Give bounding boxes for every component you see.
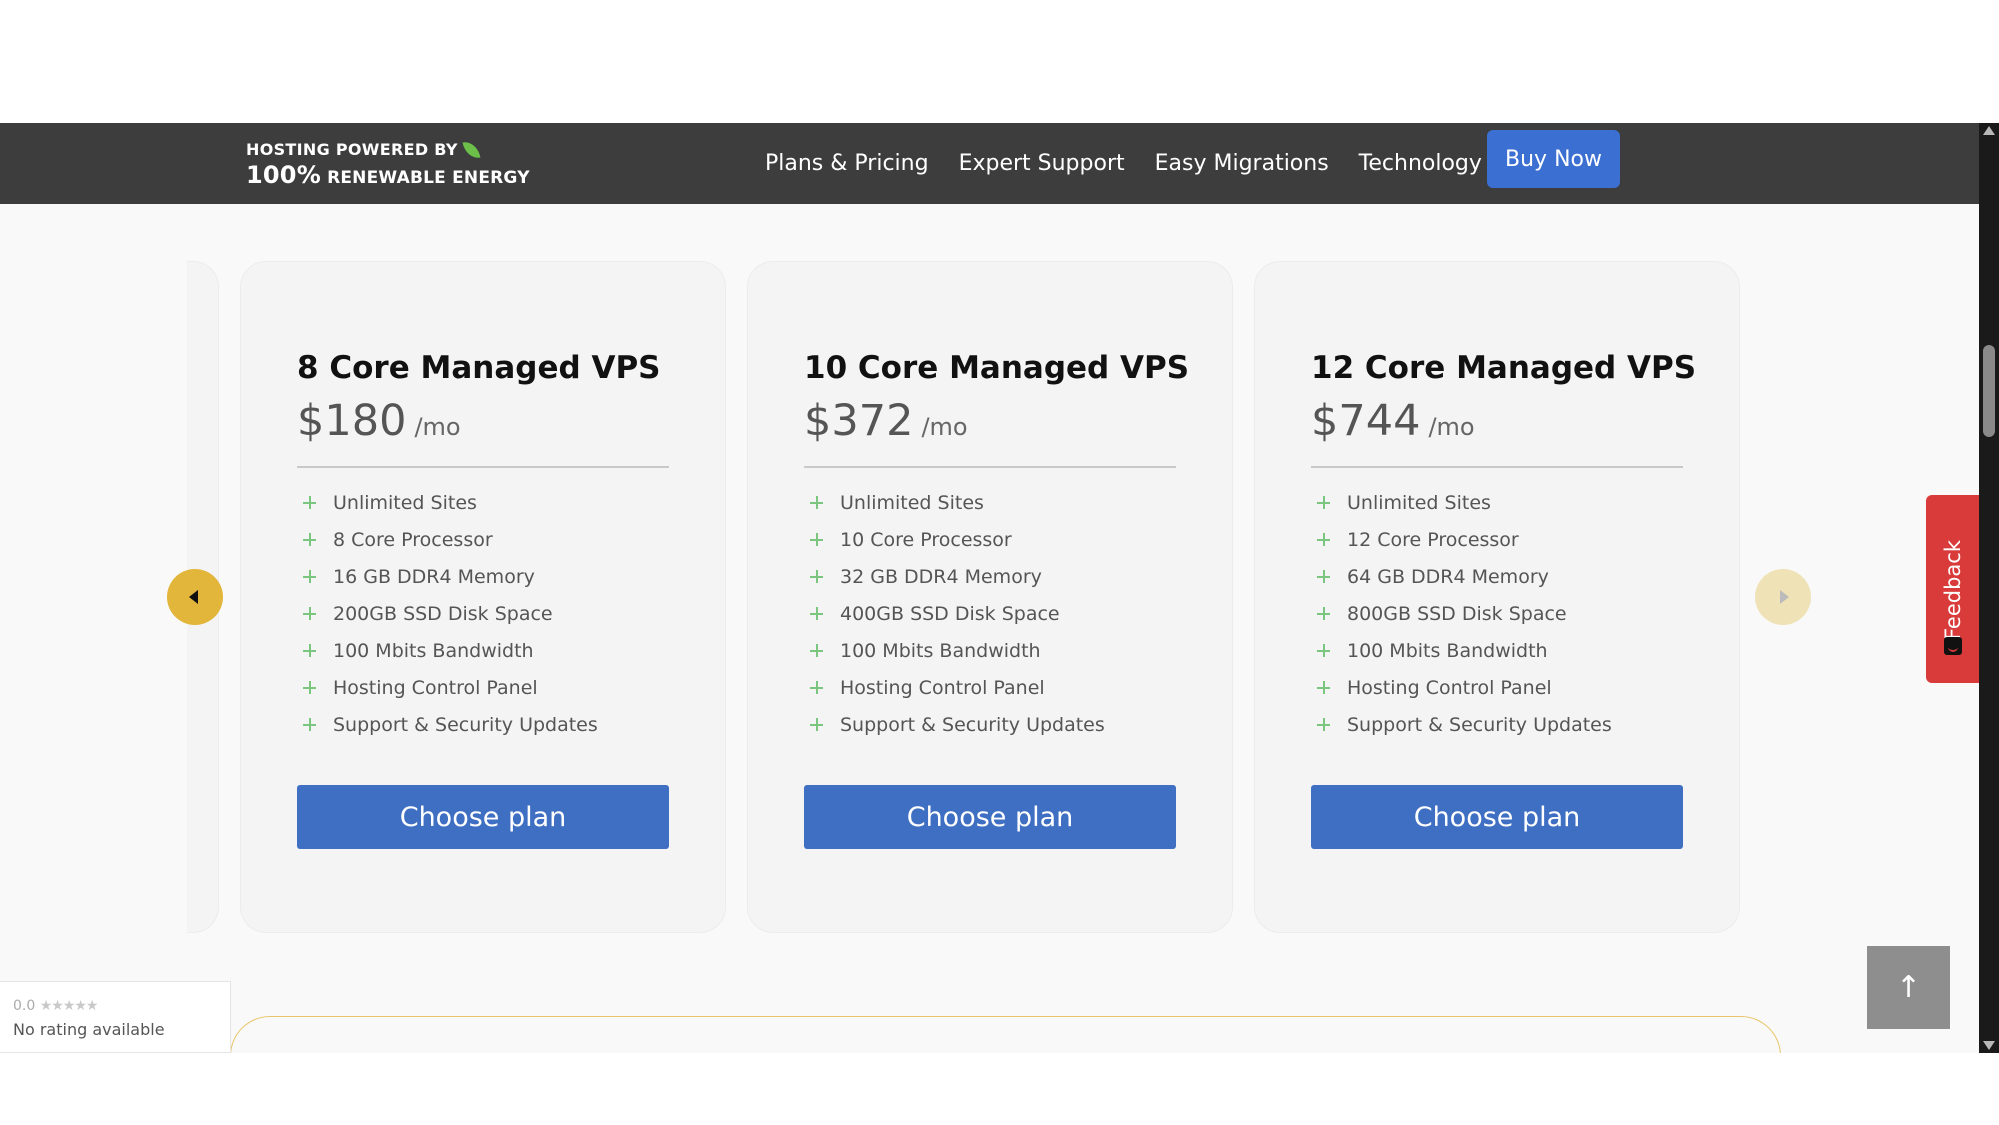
- feature-item: Hosting Control Panel: [297, 669, 598, 706]
- logo-percent: 100%: [246, 161, 321, 189]
- carousel-next-button[interactable]: [1755, 569, 1811, 625]
- feature-item: 16 GB DDR4 Memory: [297, 558, 598, 595]
- feature-item: Unlimited Sites: [297, 484, 598, 521]
- arrow-up-icon: ↑: [1895, 970, 1922, 1005]
- feature-item: Unlimited Sites: [804, 484, 1105, 521]
- price-period: /mo: [1428, 413, 1475, 441]
- leaf-icon: [462, 139, 481, 161]
- plan-title: 12 Core Managed VPS: [1311, 350, 1697, 386]
- plus-icon: [810, 681, 823, 694]
- plus-icon: [1317, 718, 1330, 731]
- feature-item: 100 Mbits Bandwidth: [1311, 632, 1612, 669]
- plus-icon: [303, 570, 316, 583]
- rating-widget[interactable]: 0.0 ★★★★★ No rating available: [0, 981, 231, 1053]
- feature-item: 12 Core Processor: [1311, 521, 1612, 558]
- feature-item: 800GB SSD Disk Space: [1311, 595, 1612, 632]
- feature-item: Unlimited Sites: [1311, 484, 1612, 521]
- price-amount: $744: [1311, 396, 1421, 446]
- price-amount: $180: [297, 396, 407, 446]
- feature-list: Unlimited Sites 8 Core Processor 16 GB D…: [297, 484, 598, 743]
- feedback-smile-icon: [1944, 637, 1962, 655]
- plus-icon: [1317, 681, 1330, 694]
- top-navbar: HOSTING POWERED BY 100% RENEWABLE ENERGY…: [0, 123, 1979, 204]
- feature-item: Support & Security Updates: [804, 706, 1105, 743]
- price-period: /mo: [921, 413, 968, 441]
- caret-left-icon: [189, 590, 198, 604]
- choose-plan-button[interactable]: Choose plan: [1311, 785, 1683, 849]
- feedback-tab[interactable]: Feedback: [1926, 495, 1979, 683]
- nav-easy-migrations[interactable]: Easy Migrations: [1155, 151, 1329, 176]
- price-period: /mo: [414, 413, 461, 441]
- buy-now-button[interactable]: Buy Now: [1487, 130, 1620, 188]
- card-divider: [1311, 466, 1683, 468]
- plan-card-12-core: 12 Core Managed VPS $744/mo Unlimited Si…: [1254, 261, 1740, 933]
- feature-item: 64 GB DDR4 Memory: [1311, 558, 1612, 595]
- feature-item: Support & Security Updates: [1311, 706, 1612, 743]
- back-to-top-button[interactable]: ↑: [1867, 946, 1950, 1029]
- plan-card-8-core: 8 Core Managed VPS $180/mo Unlimited Sit…: [240, 261, 726, 933]
- nav-plans-pricing[interactable]: Plans & Pricing: [765, 151, 929, 176]
- plus-icon: [810, 496, 823, 509]
- logo-line2: RENEWABLE ENERGY: [327, 168, 530, 188]
- plan-title: 10 Core Managed VPS: [804, 350, 1190, 386]
- plus-icon: [810, 533, 823, 546]
- feature-item: Hosting Control Panel: [804, 669, 1105, 706]
- plus-icon: [303, 681, 316, 694]
- feature-item: 8 Core Processor: [297, 521, 598, 558]
- plus-icon: [1317, 607, 1330, 620]
- scroll-down-icon[interactable]: [1983, 1041, 1995, 1050]
- plus-icon: [810, 644, 823, 657]
- card-divider: [297, 466, 669, 468]
- logo-line1: HOSTING POWERED BY: [246, 140, 458, 159]
- card-divider: [804, 466, 1176, 468]
- choose-plan-button[interactable]: Choose plan: [804, 785, 1176, 849]
- main-nav: Plans & Pricing Expert Support Easy Migr…: [765, 123, 1482, 204]
- vertical-scrollbar[interactable]: [1979, 123, 1999, 1053]
- plan-price: $180/mo: [297, 396, 461, 446]
- plus-icon: [303, 496, 316, 509]
- plan-price: $372/mo: [804, 396, 968, 446]
- plus-icon: [1317, 570, 1330, 583]
- plus-icon: [810, 570, 823, 583]
- scroll-thumb[interactable]: [1983, 345, 1995, 437]
- rating-score: 0.0: [13, 998, 36, 1014]
- caret-right-icon: [1780, 590, 1789, 604]
- scroll-up-icon[interactable]: [1983, 126, 1995, 135]
- plus-icon: [303, 533, 316, 546]
- plus-icon: [1317, 496, 1330, 509]
- feature-item: 10 Core Processor: [804, 521, 1105, 558]
- feature-item: Hosting Control Panel: [1311, 669, 1612, 706]
- feature-list: Unlimited Sites 12 Core Processor 64 GB …: [1311, 484, 1612, 743]
- star-rating-icon: ★★★★★: [39, 998, 99, 1014]
- plus-icon: [303, 718, 316, 731]
- site-logo[interactable]: HOSTING POWERED BY 100% RENEWABLE ENERGY: [246, 139, 530, 189]
- feature-item: Support & Security Updates: [297, 706, 598, 743]
- plan-price: $744/mo: [1311, 396, 1475, 446]
- choose-plan-button[interactable]: Choose plan: [297, 785, 669, 849]
- feature-item: 100 Mbits Bandwidth: [297, 632, 598, 669]
- next-section-box: [230, 1016, 1781, 1053]
- rating-status: No rating available: [13, 1020, 165, 1039]
- plus-icon: [303, 607, 316, 620]
- plus-icon: [1317, 533, 1330, 546]
- page-viewport: HOSTING POWERED BY 100% RENEWABLE ENERGY…: [0, 123, 1999, 1053]
- feature-item: 400GB SSD Disk Space: [804, 595, 1105, 632]
- plus-icon: [810, 607, 823, 620]
- feature-list: Unlimited Sites 10 Core Processor 32 GB …: [804, 484, 1105, 743]
- feature-item: 100 Mbits Bandwidth: [804, 632, 1105, 669]
- feature-item: 200GB SSD Disk Space: [297, 595, 598, 632]
- plan-title: 8 Core Managed VPS: [297, 350, 661, 386]
- plus-icon: [810, 718, 823, 731]
- plus-icon: [1317, 644, 1330, 657]
- feedback-label: Feedback: [1940, 539, 1965, 641]
- nav-technology[interactable]: Technology: [1359, 151, 1482, 176]
- plus-icon: [303, 644, 316, 657]
- feature-item: 32 GB DDR4 Memory: [804, 558, 1105, 595]
- nav-expert-support[interactable]: Expert Support: [959, 151, 1125, 176]
- plan-card-10-core: 10 Core Managed VPS $372/mo Unlimited Si…: [747, 261, 1233, 933]
- price-amount: $372: [804, 396, 914, 446]
- carousel-prev-button[interactable]: [167, 569, 223, 625]
